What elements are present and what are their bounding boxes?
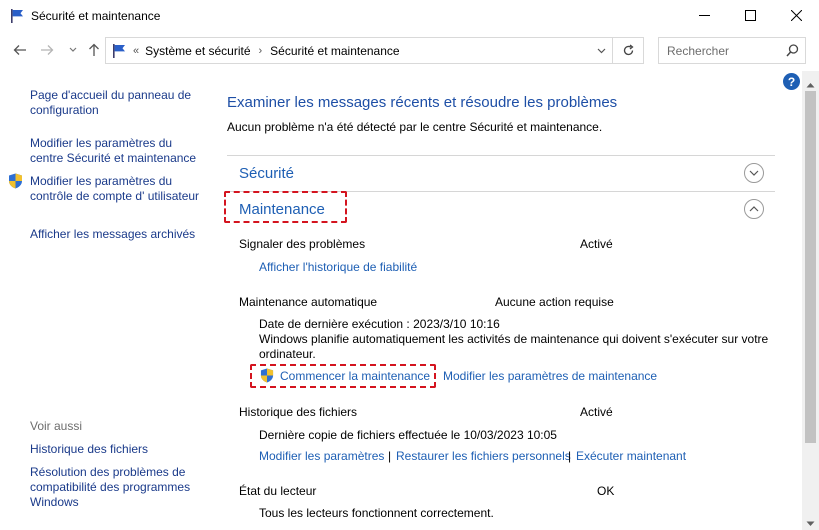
help-button[interactable]: ? — [783, 73, 800, 90]
auto-maintenance-label: Maintenance automatique — [239, 295, 378, 309]
run-now-link[interactable]: Exécuter maintenant — [576, 449, 686, 463]
breadcrumb-security-maintenance[interactable]: Sécurité et maintenance — [270, 44, 399, 58]
sidebar-link-control-panel-home[interactable]: Page d'accueil du panneau de configurati… — [30, 88, 200, 118]
close-button[interactable] — [773, 0, 819, 31]
divider — [227, 155, 775, 156]
modify-settings-link[interactable]: Modifier les paramètres — [259, 449, 384, 463]
refresh-button[interactable] — [613, 37, 644, 64]
refresh-icon — [623, 44, 634, 56]
address-dropdown-icon[interactable] — [590, 38, 612, 63]
search-icon[interactable] — [786, 44, 799, 60]
search-box[interactable] — [658, 37, 806, 64]
maintenance-description: Windows planifie automatiquement les act… — [259, 332, 769, 346]
uac-shield-icon — [8, 173, 23, 192]
sidebar-link-change-security-settings[interactable]: Modifier les paramètres du centre Sécuri… — [30, 136, 200, 166]
file-history-status: Activé — [580, 405, 613, 419]
highlight-maintenance — [224, 191, 347, 223]
back-arrow-icon[interactable] — [11, 41, 29, 59]
chevron-up-icon[interactable] — [744, 199, 764, 219]
drive-status-value: OK — [597, 484, 615, 498]
chevron-down-icon[interactable] — [744, 163, 764, 183]
recent-pages-dropdown-icon[interactable] — [64, 41, 82, 59]
auto-maintenance-status: Aucune action requise — [495, 295, 614, 309]
chevron-right-icon[interactable]: › — [259, 45, 263, 57]
scroll-up-icon[interactable] — [806, 77, 815, 91]
flag-icon — [9, 8, 25, 27]
sidebar-link-file-history[interactable]: Historique des fichiers — [30, 442, 200, 457]
breadcrumb-overflow[interactable]: « — [133, 45, 139, 57]
window-title: Sécurité et maintenance — [31, 9, 161, 23]
page-title: Examiner les messages récents et résoudr… — [227, 94, 618, 111]
up-arrow-icon[interactable] — [85, 41, 103, 59]
drive-status-detail: Tous les lecteurs fonctionnent correctem… — [259, 506, 494, 520]
file-history-label: Historique des fichiers — [239, 405, 358, 419]
reliability-history-link[interactable]: Afficher l'historique de fiabilité — [259, 260, 417, 274]
address-field[interactable]: « Système et sécurité › Sécurité et main… — [105, 37, 613, 64]
report-problems-label: Signaler des problèmes — [239, 237, 366, 251]
search-input[interactable] — [659, 38, 779, 63]
see-also-heading: Voir aussi — [30, 419, 83, 433]
drive-status-label: État du lecteur — [239, 484, 317, 498]
minimize-button[interactable] — [681, 0, 727, 31]
section-security-title[interactable]: Sécurité — [239, 165, 294, 182]
sidebar-link-compatibility-troubleshooter[interactable]: Résolution des problèmes de compatibilit… — [30, 465, 202, 510]
last-run-text: Date de dernière exécution : 2023/3/10 1… — [259, 317, 500, 331]
maximize-button[interactable] — [727, 0, 773, 31]
vertical-scrollbar[interactable] — [802, 71, 819, 530]
report-problems-status: Activé — [580, 237, 613, 251]
maintenance-description-cont: ordinateur. — [259, 347, 316, 361]
scrollbar-thumb[interactable] — [805, 91, 816, 443]
link-separator: | — [388, 449, 392, 463]
page-subtitle: Aucun problème n'a été détecté par le ce… — [227, 120, 603, 134]
sidebar-link-uac-settings[interactable]: Modifier les paramètres du contrôle de c… — [30, 174, 200, 204]
breadcrumb-system-security[interactable]: Système et sécurité — [145, 44, 250, 58]
maintenance-settings-link[interactable]: Modifier les paramètres de maintenance — [443, 369, 657, 383]
flag-icon — [111, 43, 127, 59]
title-bar: Sécurité et maintenance — [0, 0, 819, 31]
last-copy-text: Dernière copie de fichiers effectuée le … — [259, 428, 557, 442]
highlight-start-maintenance — [250, 364, 436, 388]
sidebar: Page d'accueil du panneau de configurati… — [0, 71, 205, 530]
scroll-down-icon[interactable] — [806, 516, 815, 530]
link-separator: | — [568, 449, 572, 463]
restore-files-link[interactable]: Restaurer les fichiers personnels — [396, 449, 571, 463]
sidebar-link-archived-messages[interactable]: Afficher les messages archivés — [30, 227, 200, 242]
forward-arrow-icon[interactable] — [38, 41, 56, 59]
